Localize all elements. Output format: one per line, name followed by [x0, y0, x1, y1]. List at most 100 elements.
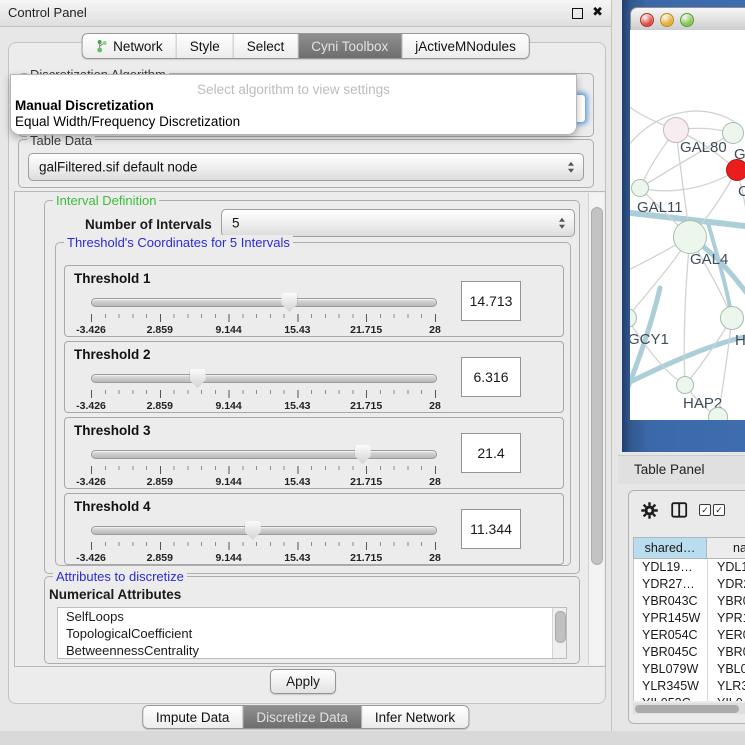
attribute-selfloops[interactable]: SelfLoops: [58, 608, 566, 625]
slider-track[interactable]: [91, 450, 437, 459]
tab-discretize-data[interactable]: Discretize Data: [243, 706, 362, 728]
table-row-ylr345w[interactable]: YLR345WYLR3: [634, 678, 745, 695]
table-row-ydl19[interactable]: YDL19…YDL1: [634, 559, 745, 576]
mac-close-button[interactable]: [640, 13, 654, 27]
close-icon[interactable]: ✖: [592, 4, 603, 20]
cell-shared-name: YDR27…: [634, 576, 708, 593]
mac-minimize-button[interactable]: [660, 13, 674, 27]
apply-button[interactable]: Apply: [270, 669, 336, 694]
table-row-ybr043c[interactable]: YBR043CYBR0: [634, 593, 745, 610]
table-row-ypr145w[interactable]: YPR145WYPR1: [634, 610, 745, 627]
float-window-icon[interactable]: [572, 8, 583, 19]
network-node-hap2[interactable]: [676, 376, 694, 394]
cell-shared-name: YER054C: [634, 627, 708, 644]
tab-infer-network[interactable]: Infer Network: [362, 706, 468, 728]
tab-label: Select: [247, 39, 285, 54]
table-row-yer054c[interactable]: YER054CYER0: [634, 627, 745, 644]
tick-label-9-144: 9.144: [215, 476, 241, 488]
algorithm-option-manual-discretization[interactable]: Manual Discretization: [15, 98, 572, 113]
tab-select[interactable]: Select: [234, 34, 299, 58]
cell-name: YDL1: [708, 559, 745, 576]
threshold-1-knob[interactable]: [281, 293, 297, 312]
checkbox-checked-icon[interactable]: ✓: [713, 504, 725, 516]
tab-label: Style: [190, 39, 220, 54]
cell-name: YIL0: [708, 695, 743, 701]
checkbox-checked-icon[interactable]: ✓: [699, 504, 711, 516]
table-row-ybl079w[interactable]: YBL079WYBL0: [634, 661, 745, 678]
tab-style[interactable]: Style: [177, 34, 234, 58]
tab-jactivemnodules[interactable]: jActiveMNodules: [402, 34, 529, 58]
control-panel-titlebar: Control Panel ✖: [0, 0, 611, 27]
network-node-unlabeled[interactable]: [708, 407, 728, 420]
number-of-intervals-select[interactable]: 5: [221, 209, 575, 237]
tick-label-15-43: 15.43: [284, 324, 310, 336]
threshold-3-value-field[interactable]: 21.4: [461, 433, 521, 473]
combo-arrows-icon: [559, 218, 565, 229]
threshold-4-label: Threshold 4: [74, 499, 151, 514]
slider-track[interactable]: [91, 526, 437, 535]
attributes-scrollbar-thumb[interactable]: [555, 611, 566, 643]
threshold-2-slider[interactable]: -3.4262.8599.14415.4321.71528: [91, 368, 435, 410]
slider-ticks-major: [91, 390, 436, 398]
gear-icon[interactable]: [641, 502, 658, 522]
cell-name: YBR0: [708, 644, 745, 661]
network-node-ga[interactable]: [722, 122, 744, 144]
threshold-4-knob[interactable]: [245, 521, 261, 540]
network-node-h[interactable]: [720, 306, 744, 330]
tick-label-2-859: 2.859: [147, 400, 173, 412]
network-node-label-gal80: GAL80: [680, 139, 727, 156]
table-row-ybr045c[interactable]: YBR045CYBR0: [634, 644, 745, 661]
table-row-ydr27[interactable]: YDR27…YDR2: [634, 576, 745, 593]
threshold-3-slider[interactable]: -3.4262.8599.14415.4321.71528: [91, 444, 435, 486]
tick-label-28: 28: [429, 324, 441, 336]
threshold-1-value-field[interactable]: 14.713: [461, 281, 521, 321]
tick-label-3-426: -3.426: [76, 552, 106, 564]
table-row-yil052c[interactable]: YIL052CYIL0: [634, 695, 745, 701]
cell-name: YLR3: [708, 678, 745, 695]
numerical-attributes-list[interactable]: SelfLoopsTopologicalCoefficientBetweenne…: [57, 607, 567, 659]
slider-track[interactable]: [91, 298, 437, 307]
tab-impute-data[interactable]: Impute Data: [143, 706, 244, 728]
table-hscrollbar-thumb[interactable]: [635, 705, 739, 713]
tab-cyni-toolbox[interactable]: Cyni Toolbox: [298, 34, 402, 58]
tick-label-3-426: -3.426: [76, 400, 106, 412]
slider-ticks-major: [91, 314, 436, 322]
tick-label-2-859: 2.859: [147, 476, 173, 488]
attribute-betweennesscentrality[interactable]: BetweennessCentrality: [58, 642, 566, 659]
network-node-label-gal11: GAL11: [637, 199, 683, 216]
tick-label-15-43: 15.43: [284, 552, 310, 564]
attributes-group: Attributes to discretize Numerical Attri…: [44, 576, 580, 664]
network-node-gal11[interactable]: [631, 179, 649, 197]
split-view-icon[interactable]: [671, 502, 688, 521]
slider-track[interactable]: [91, 374, 437, 383]
network-canvas[interactable]: GAL80GACGAL11GAL4GCY1HHAP2: [630, 30, 745, 420]
vertical-scrollbar-thumb[interactable]: [591, 207, 603, 565]
tab-network[interactable]: Network: [82, 34, 177, 58]
cell-name: YBL0: [708, 661, 745, 678]
threshold-4-value-field[interactable]: 11.344: [461, 509, 521, 549]
algorithm-option-equal-width-frequency-discretization[interactable]: Equal Width/Frequency Discretization: [15, 114, 572, 129]
cell-name: YER0: [708, 627, 745, 644]
attribute-topologicalcoefficient[interactable]: TopologicalCoefficient: [58, 625, 566, 642]
threshold-2-knob[interactable]: [190, 369, 206, 388]
network-node-gal4[interactable]: [673, 220, 707, 254]
table-data-select[interactable]: galFiltered.sif default node: [28, 153, 584, 181]
attributes-scrollbar[interactable]: [552, 608, 566, 658]
column-header-name[interactable]: na: [707, 537, 745, 559]
threshold-2-box: Threshold 2-3.4262.8599.14415.4321.71528…: [64, 341, 564, 413]
network-window-titlebar[interactable]: [630, 7, 745, 32]
threshold-4-slider[interactable]: -3.4262.8599.14415.4321.71528: [91, 520, 435, 562]
mac-zoom-button[interactable]: [680, 13, 694, 27]
network-node-c[interactable]: [726, 159, 745, 181]
combo-arrows-icon: [568, 162, 574, 173]
table-horizontal-scrollbar[interactable]: [633, 703, 745, 714]
cell-shared-name: YDL19…: [634, 559, 708, 576]
cell-name: YPR1: [708, 610, 745, 627]
threshold-1-slider[interactable]: -3.4262.8599.14415.4321.71528: [91, 292, 435, 334]
network-view-window[interactable]: GAL80GACGAL11GAL4GCY1HHAP2: [622, 0, 745, 452]
threshold-3-knob[interactable]: [355, 445, 371, 464]
vertical-scrollbar[interactable]: [588, 193, 604, 665]
threshold-2-value-field[interactable]: 6.316: [461, 357, 521, 397]
column-header-shared-name[interactable]: shared…: [633, 537, 707, 559]
tick-label-21-715: 21.715: [350, 476, 382, 488]
